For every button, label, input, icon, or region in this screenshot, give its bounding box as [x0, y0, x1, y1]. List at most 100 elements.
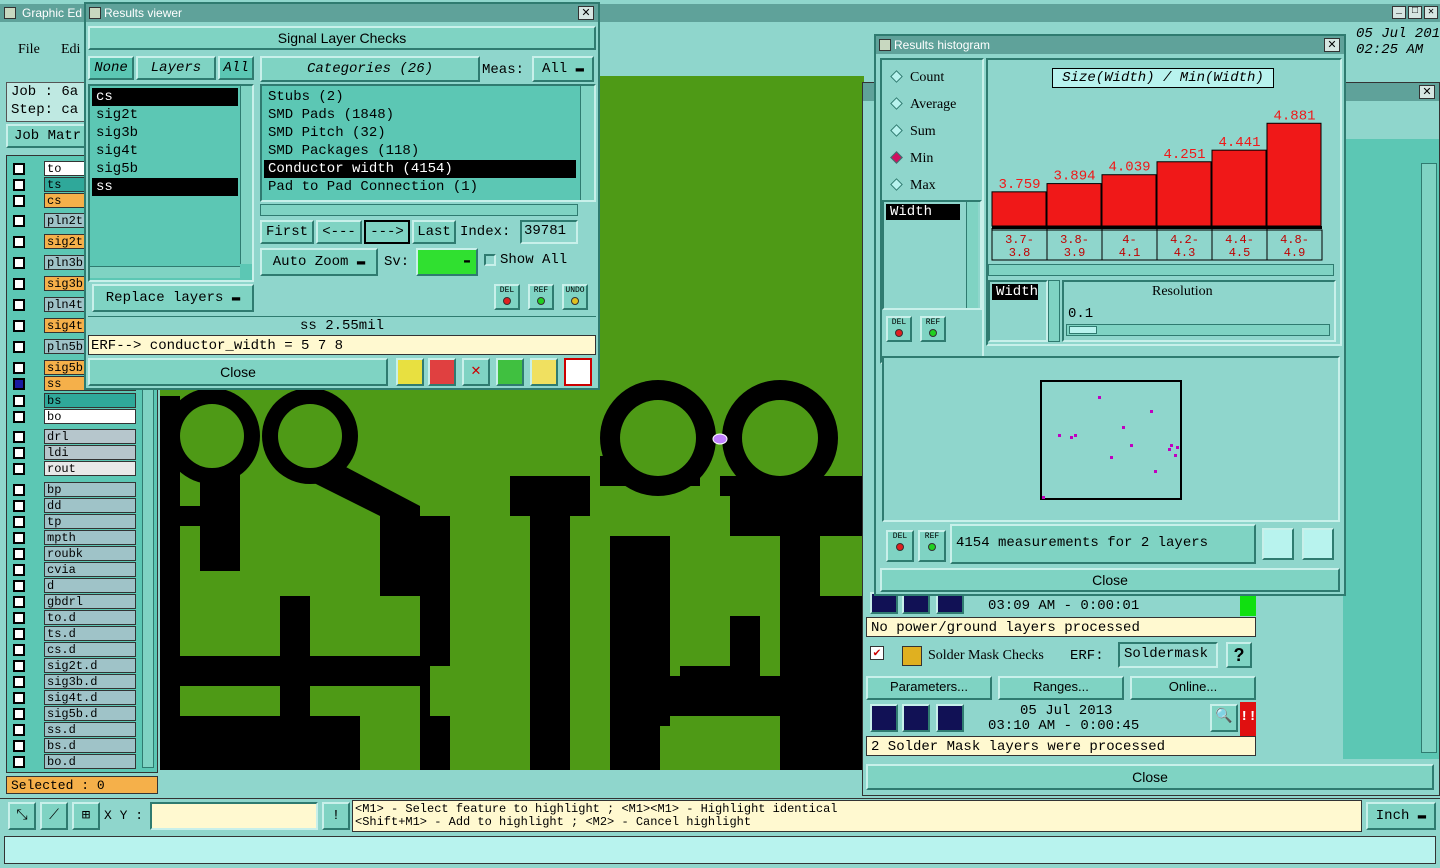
layer-row[interactable]: ts.d — [10, 626, 136, 642]
category-item[interactable]: SMD Pitch (32) — [264, 124, 576, 142]
layer-checkbox[interactable] — [13, 516, 25, 528]
minimize-icon[interactable]: _ — [1392, 6, 1406, 19]
layer-row[interactable]: gbdrl — [10, 594, 136, 610]
menu-edit[interactable]: Edi — [61, 42, 80, 58]
layer-row[interactable]: bs — [10, 393, 136, 409]
rv-layer-item[interactable]: sig2t — [92, 106, 238, 124]
layer-row[interactable]: bo — [10, 409, 136, 425]
layer-row[interactable]: bs.d — [10, 738, 136, 754]
hist-close-icon[interactable]: ✕ — [1324, 38, 1340, 52]
none-button[interactable]: None — [88, 56, 134, 80]
layer-row[interactable]: to.d — [10, 610, 136, 626]
layer-checkbox[interactable] — [13, 484, 25, 496]
compare-icon[interactable] — [496, 358, 524, 386]
ref-button[interactable]: REF — [528, 284, 554, 310]
layer-checkbox[interactable] — [13, 596, 25, 608]
layer-checkbox[interactable] — [13, 299, 25, 311]
sm-erf-field[interactable]: Soldermask — [1118, 642, 1218, 668]
layer-row[interactable]: dd — [10, 498, 136, 514]
categories-list[interactable]: Stubs (2) SMD Pads (1848) SMD Pitch (32) SM… — [260, 84, 596, 202]
layer-checkbox[interactable] — [13, 179, 25, 191]
layer-checkbox[interactable] — [13, 163, 25, 175]
field-list[interactable]: Width — [882, 200, 982, 310]
rv-close-button[interactable]: Close — [88, 358, 388, 386]
layer-checkbox[interactable] — [13, 580, 25, 592]
first-button[interactable]: First — [260, 220, 314, 244]
field-width[interactable]: Width — [886, 204, 960, 220]
layer-row[interactable]: sig4t.d — [10, 690, 136, 706]
export-in-icon[interactable] — [1262, 528, 1294, 560]
layer-checkbox[interactable] — [13, 660, 25, 672]
help-button[interactable]: ? — [1226, 642, 1252, 668]
layer-checkbox[interactable] — [13, 628, 25, 640]
rv-layer-hscroll[interactable] — [90, 266, 240, 278]
layer-row[interactable]: cvia — [10, 562, 136, 578]
layer-checkbox[interactable] — [13, 500, 25, 512]
layer-checkbox[interactable] — [13, 548, 25, 560]
mode-radio-min[interactable]: Min — [886, 145, 980, 172]
hist-close-button[interactable]: Close — [880, 568, 1340, 592]
mode-radio-count[interactable]: Count — [886, 64, 980, 91]
layer-row[interactable]: cs.d — [10, 642, 136, 658]
info-icon[interactable]: ! — [322, 802, 350, 830]
del-button[interactable]: DEL — [494, 284, 520, 310]
rv-layer-item[interactable]: ss — [92, 178, 238, 196]
layer-checkbox[interactable] — [13, 378, 25, 390]
layer-row[interactable]: ldi — [10, 445, 136, 461]
layer-row[interactable]: drl — [10, 429, 136, 445]
categories-vscroll[interactable] — [580, 86, 594, 200]
category-item[interactable]: SMD Packages (118) — [264, 142, 576, 160]
chart-hscroll[interactable] — [988, 264, 1334, 276]
online-button[interactable]: Online... — [1130, 676, 1256, 700]
export-out-icon[interactable] — [1302, 528, 1334, 560]
meas-dropdown[interactable]: All ▬ — [532, 56, 594, 82]
layer-checkbox[interactable] — [13, 564, 25, 576]
maximize-icon[interactable]: □ — [1408, 6, 1422, 19]
zoom-fit-icon[interactable]: ⤡ — [8, 802, 36, 830]
close-icon[interactable]: ✕ — [1424, 6, 1438, 19]
field-list-scrollbar[interactable] — [966, 202, 978, 308]
mode-radio-average[interactable]: Average — [886, 91, 980, 118]
checks-close-icon[interactable]: ✕ — [1419, 85, 1435, 99]
menu-file[interactable]: File — [18, 42, 40, 58]
layer-row[interactable]: roubk — [10, 546, 136, 562]
layer-checkbox[interactable] — [13, 215, 25, 227]
categories-hscroll[interactable] — [260, 204, 578, 216]
layer-checkbox[interactable] — [13, 411, 25, 423]
layer-checkbox[interactable] — [13, 447, 25, 459]
layer-checkbox[interactable] — [13, 195, 25, 207]
report-icon[interactable] — [530, 358, 558, 386]
layer-checkbox[interactable] — [13, 320, 25, 332]
zoom-in-icon[interactable]: 🔍 — [1210, 704, 1238, 732]
layer-checkbox[interactable] — [13, 676, 25, 688]
layer-checkbox[interactable] — [13, 431, 25, 443]
rv-layer-list[interactable]: cs sig2t sig3b sig4t sig5b ss — [88, 84, 254, 282]
layer-checkbox[interactable] — [13, 395, 25, 407]
layer-checkbox[interactable] — [13, 257, 25, 269]
layer-row[interactable]: rout — [10, 461, 136, 477]
width-axis-scrollbar[interactable] — [1048, 280, 1060, 342]
show-all-checkbox[interactable] — [484, 254, 496, 266]
mode-radio-sum[interactable]: Sum — [886, 118, 980, 145]
layers-button[interactable]: Layers — [136, 56, 216, 80]
layer-row[interactable]: bo.d — [10, 754, 136, 770]
parameters-button[interactable]: Parameters... — [866, 676, 992, 700]
hist-del-button[interactable]: DEL — [886, 316, 912, 342]
histogram-icon[interactable] — [564, 358, 592, 386]
layer-checkbox[interactable] — [13, 532, 25, 544]
layer-checkbox[interactable] — [13, 724, 25, 736]
layer-checkbox[interactable] — [13, 756, 25, 768]
checks-close-button[interactable]: Close — [866, 764, 1434, 790]
sm-enabled-checkbox[interactable]: ✔ — [870, 646, 884, 660]
category-item[interactable]: Conductor width (4154) — [264, 160, 576, 178]
layer-row[interactable]: tp — [10, 514, 136, 530]
hist-ref-button[interactable]: REF — [920, 316, 946, 342]
xy-input[interactable] — [150, 802, 318, 830]
hist-ref-button-2[interactable]: REF — [918, 530, 946, 562]
layer-checkbox[interactable] — [13, 341, 25, 353]
run2-stop-icon[interactable] — [936, 704, 964, 732]
layer-checkbox[interactable] — [13, 463, 25, 475]
layer-row[interactable]: sig3b.d — [10, 674, 136, 690]
width-axis-field[interactable]: Width — [992, 284, 1038, 300]
mode-radio-max[interactable]: Max — [886, 172, 980, 199]
